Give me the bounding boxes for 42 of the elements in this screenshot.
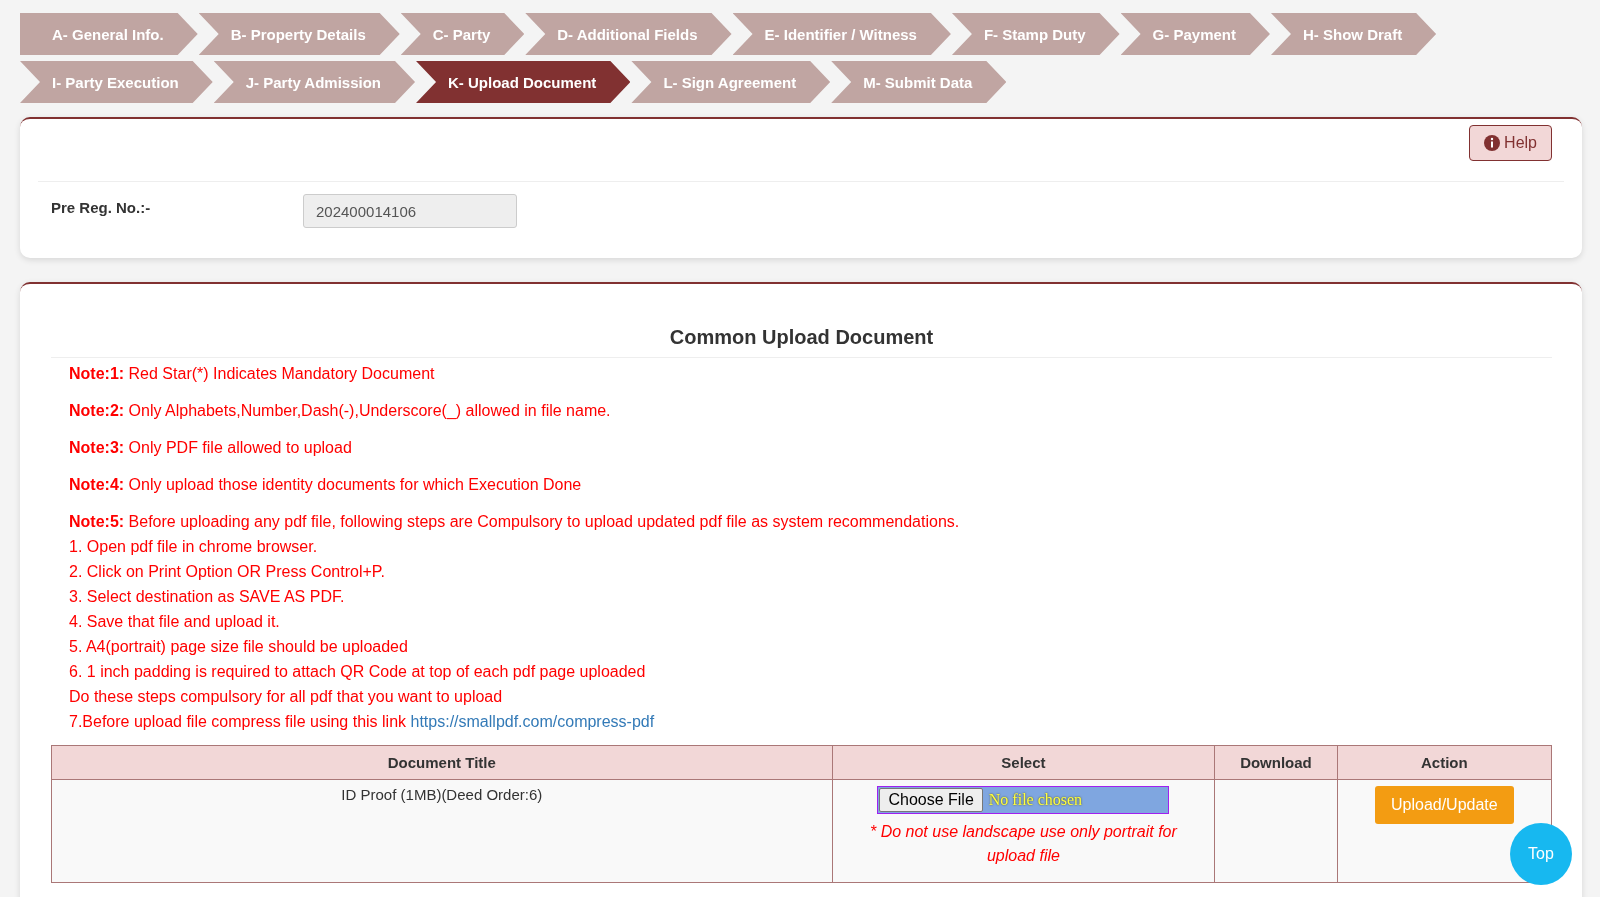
- help-button[interactable]: Help: [1469, 125, 1552, 161]
- instruction-text: 4. Save that file and upload it.: [69, 612, 281, 631]
- compress-link[interactable]: https://smallpdf.com/compress-pdf: [410, 713, 655, 730]
- instruction-text: 5. A4(portrait) page size file should be uploaded: [69, 637, 409, 656]
- step-tab[interactable]: I- Party Execution: [20, 61, 213, 103]
- step-tab[interactable]: G- Payment: [1120, 13, 1270, 55]
- step-tab[interactable]: M- Submit Data: [831, 61, 1007, 103]
- choose-file-button[interactable]: Choose File: [879, 788, 983, 812]
- step-tab[interactable]: C- Party: [400, 13, 525, 55]
- step-tab[interactable]: L- Sign Agreement: [631, 61, 831, 103]
- instruction-text: 6. 1 inch padding is required to attach QR Code at top of each pdf page uploaded: [69, 662, 647, 681]
- info-icon: [1484, 135, 1501, 151]
- step-tab[interactable]: D- Additional Fields: [525, 13, 732, 55]
- column-header: Select: [832, 745, 1215, 780]
- upload-button[interactable]: Upload/Update: [1374, 786, 1514, 824]
- column-header: Download: [1214, 745, 1338, 780]
- note-text: Note:4: Only upload those identity documents for which Execution Done: [69, 475, 583, 494]
- note-text: Note:1: Red Star(*) Indicates Mandatory Document: [69, 364, 436, 383]
- file-input[interactable]: Choose File No file chosen: [877, 786, 1170, 814]
- note-text: Note:5: Before uploading any pdf file, following steps are Compulsory to upload updated pdf file as system recommendations.: [69, 512, 961, 531]
- section-title: Common Upload Document: [51, 326, 1552, 358]
- warning-text: * Do not use landscape use only portrait for upload file: [869, 822, 1179, 866]
- instruction-text: 7.Before upload file compress file using this link https://smallpdf.com/compress-pdf: [69, 712, 656, 731]
- instruction-text: 2. Click on Print Option OR Press Control+P.: [69, 562, 386, 581]
- field-label: Pre Reg. No.:-: [51, 198, 152, 218]
- column-header: Action: [1337, 745, 1552, 780]
- note-text: Note:2: Only Alphabets,Number,Dash(-),Underscore(_) allowed in file name.: [69, 401, 612, 420]
- step-tab[interactable]: A- General Info.: [20, 13, 198, 55]
- instruction-text: 3. Select destination as SAVE AS PDF.: [69, 587, 346, 606]
- step-tab[interactable]: K- Upload Document: [416, 61, 631, 103]
- file-status: No file chosen: [988, 791, 1083, 809]
- note-text: Note:3: Only PDF file allowed to upload: [69, 438, 353, 457]
- step-tab[interactable]: H- Show Draft: [1270, 13, 1437, 55]
- step-tab[interactable]: F- Stamp Duty: [951, 13, 1120, 55]
- instruction-text: Do these steps compulsory for all pdf that you want to upload: [69, 687, 504, 706]
- pre-reg-field[interactable]: 202400014106: [303, 194, 517, 228]
- instruction-text: 1. Open pdf file in chrome browser.: [69, 537, 319, 556]
- table-cell: ID Proof (1MB)(Deed Order:6): [51, 779, 833, 883]
- column-header: Document Title: [51, 745, 833, 780]
- step-tab[interactable]: E- Identifier / Witness: [732, 13, 951, 55]
- step-tab[interactable]: B- Property Details: [198, 13, 400, 55]
- step-tab[interactable]: J- Party Admission: [213, 61, 416, 103]
